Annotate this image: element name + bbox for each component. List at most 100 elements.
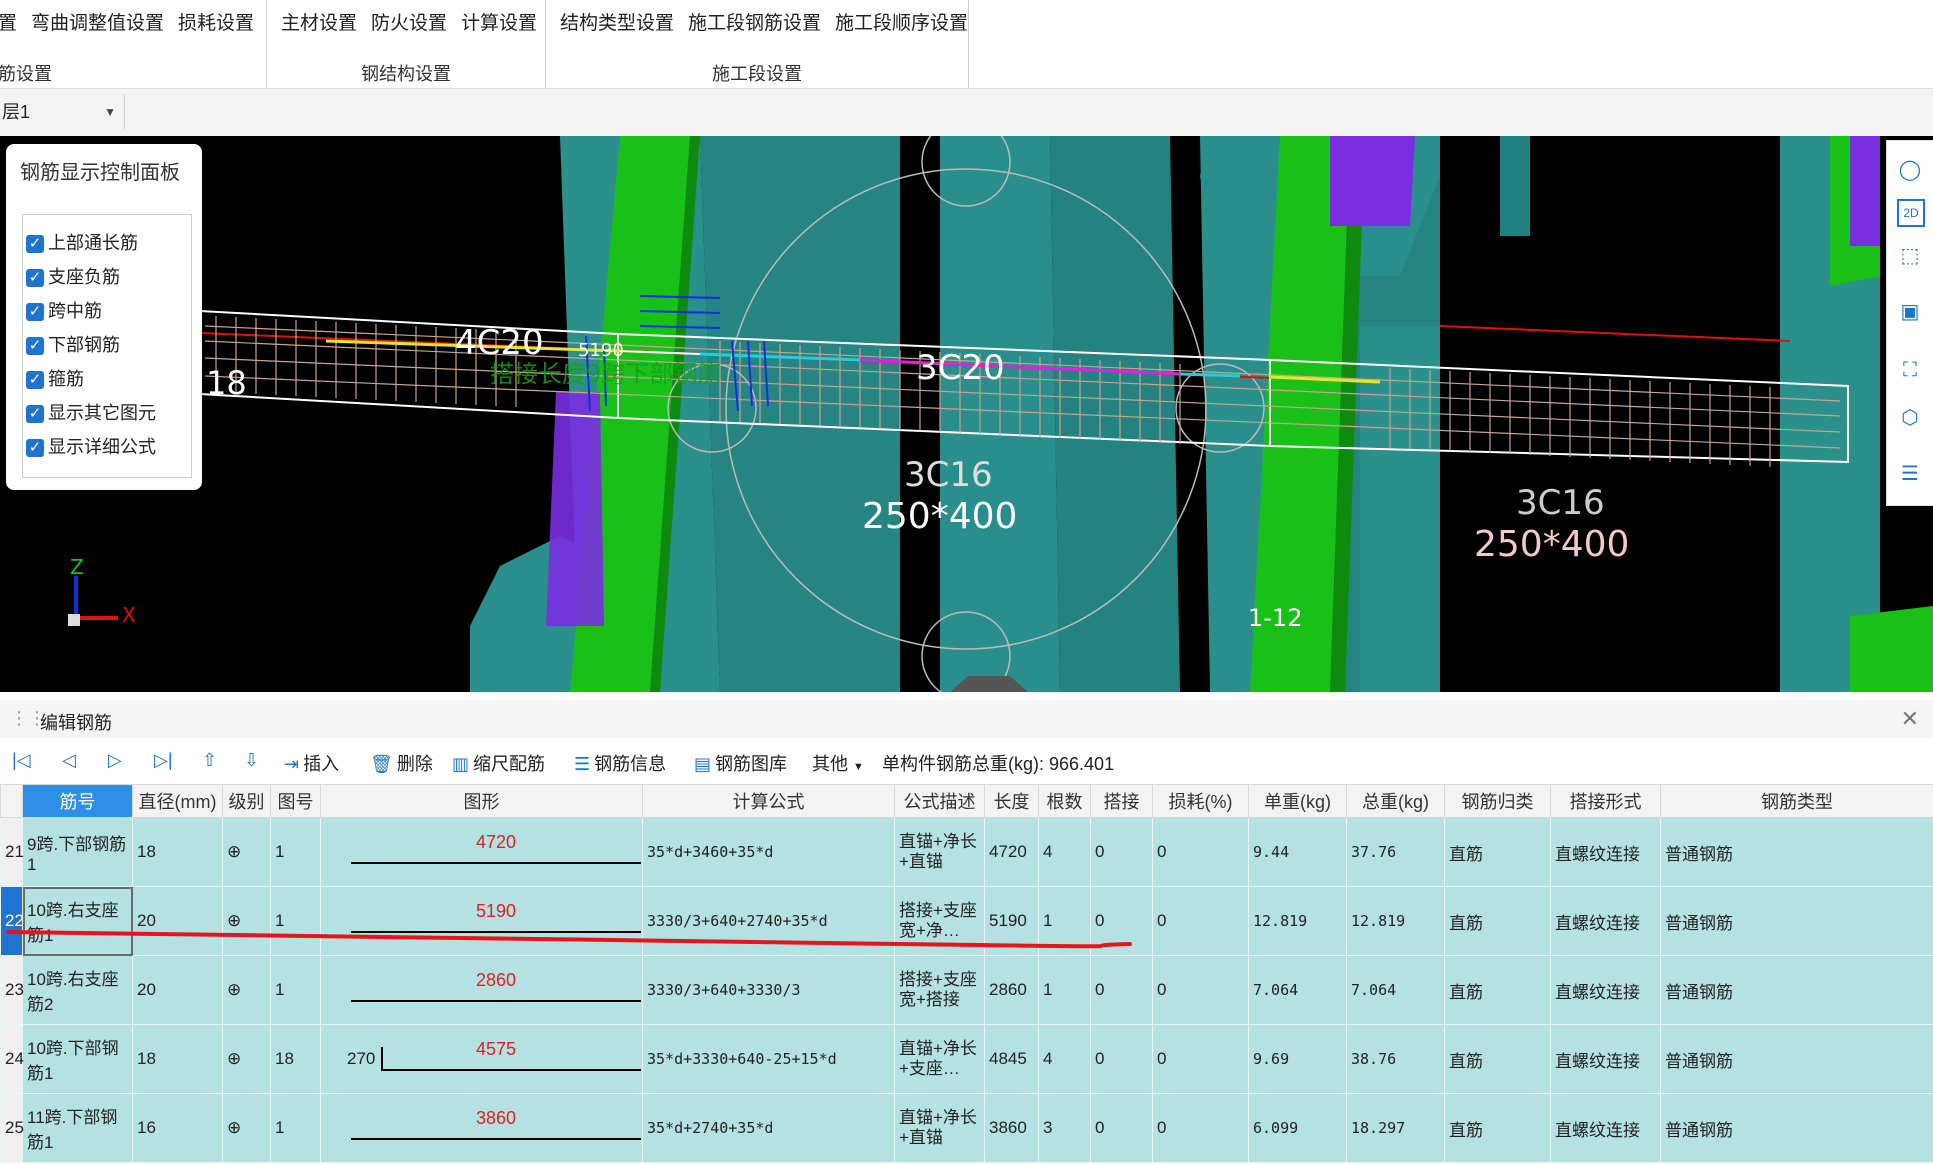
cell-lap[interactable]: 0 xyxy=(1090,886,1153,956)
cell-rebar-type[interactable]: 普通钢筋 xyxy=(1660,817,1933,887)
check-icon[interactable]: ✓ xyxy=(26,439,44,458)
cell-loss[interactable]: 0 xyxy=(1152,955,1249,1025)
cell-rebar-type[interactable]: 普通钢筋 xyxy=(1660,955,1933,1025)
cell-formula[interactable]: 3330/3+640+2740+35*d xyxy=(642,886,895,956)
cell-formula-desc[interactable]: 直锚+净长+直锚 xyxy=(894,1093,985,1163)
cell-diameter[interactable]: 16 xyxy=(132,1093,223,1163)
cell-unit-weight[interactable]: 12.819 xyxy=(1248,886,1347,956)
cell-unit-weight[interactable]: 6.099 xyxy=(1248,1093,1347,1163)
col-header[interactable]: 图号 xyxy=(270,784,321,818)
col-header[interactable]: 公式描述 xyxy=(894,784,985,818)
cell-formula[interactable]: 35*d+2740+35*d xyxy=(642,1093,895,1163)
delete-button[interactable]: 🗑 删除 xyxy=(370,750,433,776)
cell-length[interactable]: 2860 xyxy=(984,955,1039,1025)
table-row[interactable]: 22 10跨.右支座筋1 20 ⊕ 1 5190 3330/3+640+2740+35*d 搭… xyxy=(0,886,1933,956)
rebar-info-button[interactable]: ☰ 钢筋信息 xyxy=(574,750,666,776)
table-row[interactable]: 21 9跨.下部钢筋1 18 ⊕ 1 4720 35*d+3460+35*d 直锚+净长+直锚… xyxy=(0,817,1933,887)
cell-formula-desc[interactable]: 搭接+支座宽+净… xyxy=(894,886,985,956)
last-record-icon[interactable]: ▷| xyxy=(154,750,173,771)
col-header[interactable]: 根数 xyxy=(1038,784,1091,818)
cell-figure-no[interactable]: 18 xyxy=(270,1024,321,1094)
cell-category[interactable]: 直筋 xyxy=(1444,817,1551,887)
cell-shape[interactable]: 3860 xyxy=(320,1093,643,1163)
option-top-continuous[interactable]: ✓ 上部通长筋 xyxy=(26,228,138,258)
cell-lap[interactable]: 0 xyxy=(1090,817,1153,887)
cell-formula[interactable]: 3330/3+640+3330/3 xyxy=(642,955,895,1025)
cell-count[interactable]: 3 xyxy=(1038,1093,1091,1163)
table-row[interactable]: 25 11跨.下部钢筋1 16 ⊕ 1 3860 35*d+2740+35*d 直锚+净长+直… xyxy=(0,1093,1933,1163)
cell-grade[interactable]: ⊕ xyxy=(222,1024,271,1094)
cell-count[interactable]: 1 xyxy=(1038,886,1091,956)
cell-category[interactable]: 直筋 xyxy=(1444,1093,1551,1163)
cell-formula[interactable]: 35*d+3330+640-25+15*d xyxy=(642,1024,895,1094)
cell-figure-no[interactable]: 1 xyxy=(270,1093,321,1163)
fit-view-icon[interactable]: ⛶ xyxy=(1895,355,1925,385)
cell-diameter[interactable]: 18 xyxy=(132,1024,223,1094)
cell-count[interactable]: 1 xyxy=(1038,955,1091,1025)
cell-rebar-type[interactable]: 普通钢筋 xyxy=(1660,886,1933,956)
cell-formula-desc[interactable]: 直锚+净长+直锚 xyxy=(894,817,985,887)
cell-length[interactable]: 3860 xyxy=(984,1093,1039,1163)
option-support-negative[interactable]: ✓ 支座负筋 xyxy=(26,262,120,292)
view-3d-solid-icon[interactable]: ▣ xyxy=(1895,297,1925,327)
ribbon-item-setting[interactable]: 置 xyxy=(0,13,17,34)
col-header[interactable]: 计算公式 xyxy=(642,784,895,818)
row-number[interactable]: 24 xyxy=(0,1024,24,1094)
col-header[interactable]: 单重(kg) xyxy=(1248,784,1347,818)
col-header[interactable]: 搭接形式 xyxy=(1550,784,1661,818)
cell-shape[interactable]: 5190 xyxy=(320,886,643,956)
rebar-library-button[interactable]: ▤ 钢筋图库 xyxy=(694,750,787,776)
cell-total-weight[interactable]: 7.064 xyxy=(1346,955,1445,1025)
next-record-icon[interactable]: ▷ xyxy=(108,750,122,771)
close-icon[interactable]: ✕ xyxy=(1901,706,1919,732)
cell-loss[interactable]: 0 xyxy=(1152,817,1249,887)
cell-rebar-type[interactable]: 普通钢筋 xyxy=(1660,1093,1933,1163)
rebar-3d-viewport[interactable]: 4C20 3C20 5190 搭接长度9跨下部钢筋 3C16 250*400 3… xyxy=(0,136,1933,692)
cell-category[interactable]: 直筋 xyxy=(1444,886,1551,956)
ribbon-item-loss[interactable]: 损耗设置 xyxy=(178,13,254,34)
move-up-icon[interactable]: ⇧ xyxy=(202,750,217,771)
cell-shape[interactable]: 2860 xyxy=(320,955,643,1025)
cell-bar-name[interactable]: 11跨.下部钢筋1 xyxy=(22,1093,133,1163)
view-settings-icon[interactable]: ☰ xyxy=(1895,459,1925,489)
option-stirrup[interactable]: ✓ 箍筋 xyxy=(26,364,84,394)
row-number[interactable]: 23 xyxy=(0,955,24,1025)
cell-diameter[interactable]: 18 xyxy=(132,817,223,887)
col-header[interactable]: 长度 xyxy=(984,784,1039,818)
col-header[interactable]: 筋号 xyxy=(22,784,133,818)
cell-lap-type[interactable]: 直螺纹连接 xyxy=(1550,1024,1661,1094)
cell-bar-name[interactable]: 9跨.下部钢筋1 xyxy=(22,817,133,887)
col-header[interactable]: 级别 xyxy=(222,784,271,818)
cell-lap-type[interactable]: 直螺纹连接 xyxy=(1550,886,1661,956)
cell-diameter[interactable]: 20 xyxy=(132,886,223,956)
check-icon[interactable]: ✓ xyxy=(26,337,44,356)
cell-loss[interactable]: 0 xyxy=(1152,1093,1249,1163)
ribbon-item-material[interactable]: 主材设置 xyxy=(281,13,357,34)
cell-grade[interactable]: ⊕ xyxy=(222,817,271,887)
cell-length[interactable]: 4720 xyxy=(984,817,1039,887)
cell-lap-type[interactable]: 直螺纹连接 xyxy=(1550,817,1661,887)
cell-total-weight[interactable]: 18.297 xyxy=(1346,1093,1445,1163)
cell-figure-no[interactable]: 1 xyxy=(270,886,321,956)
col-header[interactable]: 图形 xyxy=(320,784,643,818)
cell-unit-weight[interactable]: 7.064 xyxy=(1248,955,1347,1025)
move-down-icon[interactable]: ⇩ xyxy=(244,750,259,771)
row-number[interactable]: 25 xyxy=(0,1093,24,1163)
first-record-icon[interactable]: |◁ xyxy=(12,750,31,771)
col-header[interactable]: 搭接 xyxy=(1090,784,1153,818)
cell-shape[interactable]: 4720 xyxy=(320,817,643,887)
ribbon-item-calc[interactable]: 计算设置 xyxy=(461,13,537,34)
option-detail-formula[interactable]: ✓ 显示详细公式 xyxy=(26,432,156,462)
cell-formula-desc[interactable]: 搭接+支座宽+搭接 xyxy=(894,955,985,1025)
check-icon[interactable]: ✓ xyxy=(26,269,44,288)
cell-category[interactable]: 直筋 xyxy=(1444,955,1551,1025)
orbit-icon[interactable]: ◯ xyxy=(1895,155,1925,185)
scale-rebar-button[interactable]: ▥ 缩尺配筋 xyxy=(452,750,545,776)
cell-total-weight[interactable]: 12.819 xyxy=(1346,886,1445,956)
cell-bar-name[interactable]: 10跨.右支座筋2 xyxy=(22,955,133,1025)
cell-rebar-type[interactable]: 普通钢筋 xyxy=(1660,1024,1933,1094)
cell-bar-name[interactable]: 10跨.右支座筋1 xyxy=(22,886,133,956)
check-icon[interactable]: ✓ xyxy=(26,371,44,390)
check-icon[interactable]: ✓ xyxy=(26,303,44,322)
cell-figure-no[interactable]: 1 xyxy=(270,817,321,887)
